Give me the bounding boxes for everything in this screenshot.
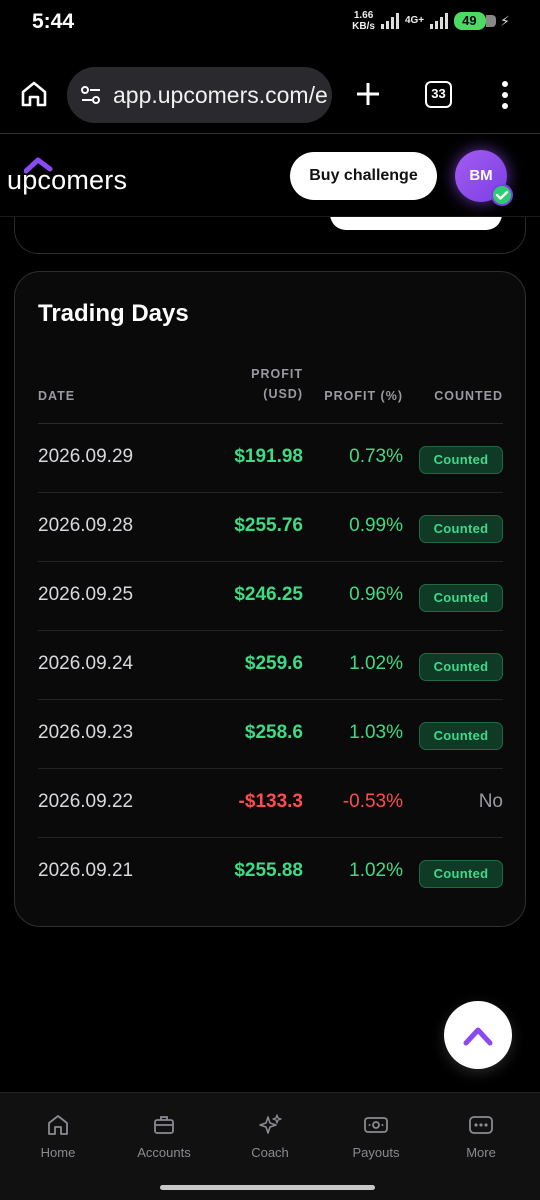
- logo-text[interactable]: upcomers: [7, 165, 127, 196]
- row-profit-pct: -0.53%: [342, 791, 403, 812]
- table-row: 2026.09.23 $258.6 1.03% Counted: [38, 700, 503, 769]
- row-date: 2026.09.22: [38, 791, 134, 812]
- not-counted-text: No: [478, 791, 503, 812]
- briefcase-icon: [154, 1116, 174, 1134]
- counted-badge: Counted: [419, 653, 503, 681]
- more-icon: [469, 1116, 493, 1134]
- counted-badge: Counted: [419, 446, 503, 474]
- counted-badge: Counted: [419, 584, 503, 612]
- buy-challenge-button[interactable]: Buy challenge: [290, 152, 437, 200]
- row-profit-usd: $258.6: [244, 722, 303, 743]
- avatar-initials: BM: [469, 167, 493, 184]
- network-type: 4G+: [404, 15, 425, 26]
- row-date: 2026.09.24: [38, 653, 134, 674]
- cash-icon: [364, 1117, 388, 1133]
- column-header-profit-usd: PROFIT (USD): [251, 367, 303, 401]
- url-text[interactable]: app.upcomers.com/e: [113, 82, 328, 109]
- nav-label: Coach: [251, 1145, 289, 1160]
- card-title: Trading Days: [38, 300, 189, 327]
- charging-icon: ⚡: [500, 12, 510, 29]
- nav-item-payouts[interactable]: Payouts: [331, 1113, 421, 1160]
- nav-item-accounts[interactable]: Accounts: [119, 1113, 209, 1160]
- table-row: 2026.09.24 $259.6 1.02% Counted: [38, 631, 503, 700]
- browser-toolbar: app.upcomers.com/e 33: [0, 56, 540, 134]
- counted-badge: Counted: [419, 860, 503, 888]
- signal-icon: [380, 13, 399, 29]
- nav-item-coach[interactable]: Coach: [225, 1113, 315, 1160]
- row-profit-pct: 0.73%: [349, 446, 403, 467]
- chevron-up-icon: [463, 1027, 493, 1046]
- home-icon: [48, 1115, 68, 1135]
- signal-icon-2: [430, 13, 449, 29]
- column-header-counted: COUNTED: [434, 389, 503, 403]
- row-date: 2026.09.28: [38, 515, 134, 536]
- nav-label: Accounts: [137, 1145, 191, 1160]
- app-header: upcomers Buy challenge BM: [0, 135, 540, 217]
- battery-icon: 49: [454, 12, 497, 30]
- row-date: 2026.09.29: [38, 446, 134, 467]
- nav-label: Payouts: [352, 1145, 400, 1160]
- site-settings-icon[interactable]: [79, 83, 103, 107]
- browser-menu-icon[interactable]: [497, 80, 513, 110]
- row-date: 2026.09.25: [38, 584, 134, 605]
- row-profit-usd: $246.25: [234, 584, 303, 605]
- sparkles-icon: [259, 1114, 282, 1134]
- bottom-nav: Home Accounts Coach Payouts More: [0, 1092, 540, 1200]
- verified-check-icon: [491, 184, 513, 206]
- status-time: 5:44: [32, 10, 75, 33]
- row-profit-usd: $191.98: [234, 446, 303, 467]
- table-row: 2026.09.25 $246.25 0.96% Counted: [38, 562, 503, 631]
- nav-item-more[interactable]: More: [436, 1113, 526, 1160]
- status-icons: 1.66 KB/s 4G+ 49 ⚡: [352, 10, 510, 32]
- nav-label: Home: [40, 1145, 76, 1160]
- row-profit-pct: 0.99%: [349, 515, 403, 536]
- row-profit-usd: -$133.3: [238, 791, 303, 812]
- row-date: 2026.09.23: [38, 722, 134, 743]
- table-row: 2026.09.21 $255.88 1.02% Counted: [38, 838, 503, 907]
- avatar[interactable]: BM: [455, 150, 513, 206]
- row-profit-pct: 0.96%: [349, 584, 403, 605]
- table-header: DATE PROFIT (USD) PROFIT (%) COUNTED: [38, 364, 503, 424]
- browser-home-icon[interactable]: [18, 78, 50, 110]
- column-header-date: DATE: [38, 389, 76, 403]
- counted-badge: Counted: [419, 722, 503, 750]
- row-profit-usd: $255.88: [234, 860, 303, 881]
- table-row: 2026.09.22 -$133.3 -0.53% No: [38, 769, 503, 838]
- table-row: 2026.09.28 $255.76 0.99% Counted: [38, 493, 503, 562]
- counted-badge: Counted: [419, 515, 503, 543]
- tab-switcher-button[interactable]: 33: [425, 81, 452, 108]
- row-profit-usd: $255.76: [234, 515, 303, 536]
- gesture-handle[interactable]: [160, 1185, 375, 1190]
- nav-label: More: [466, 1145, 496, 1160]
- row-profit-usd: $259.6: [244, 653, 303, 674]
- column-header-profit-pct: PROFIT (%): [324, 389, 403, 403]
- row-date: 2026.09.21: [38, 860, 134, 881]
- table-row: 2026.09.29 $191.98 0.73% Counted: [38, 424, 503, 493]
- row-profit-pct: 1.02%: [349, 653, 403, 674]
- status-bar: 5:44 1.66 KB/s 4G+ 49 ⚡: [0, 0, 540, 48]
- new-tab-icon[interactable]: [352, 78, 384, 110]
- row-profit-pct: 1.03%: [349, 722, 403, 743]
- network-speed: 1.66 KB/s: [352, 10, 375, 32]
- address-bar[interactable]: app.upcomers.com/e: [67, 67, 332, 123]
- trading-days-card: Trading Days DATE PROFIT (USD) PROFIT (%…: [14, 271, 526, 927]
- scroll-to-top-button[interactable]: [444, 1001, 512, 1069]
- nav-item-home[interactable]: Home: [13, 1113, 103, 1160]
- row-profit-pct: 1.02%: [349, 860, 403, 881]
